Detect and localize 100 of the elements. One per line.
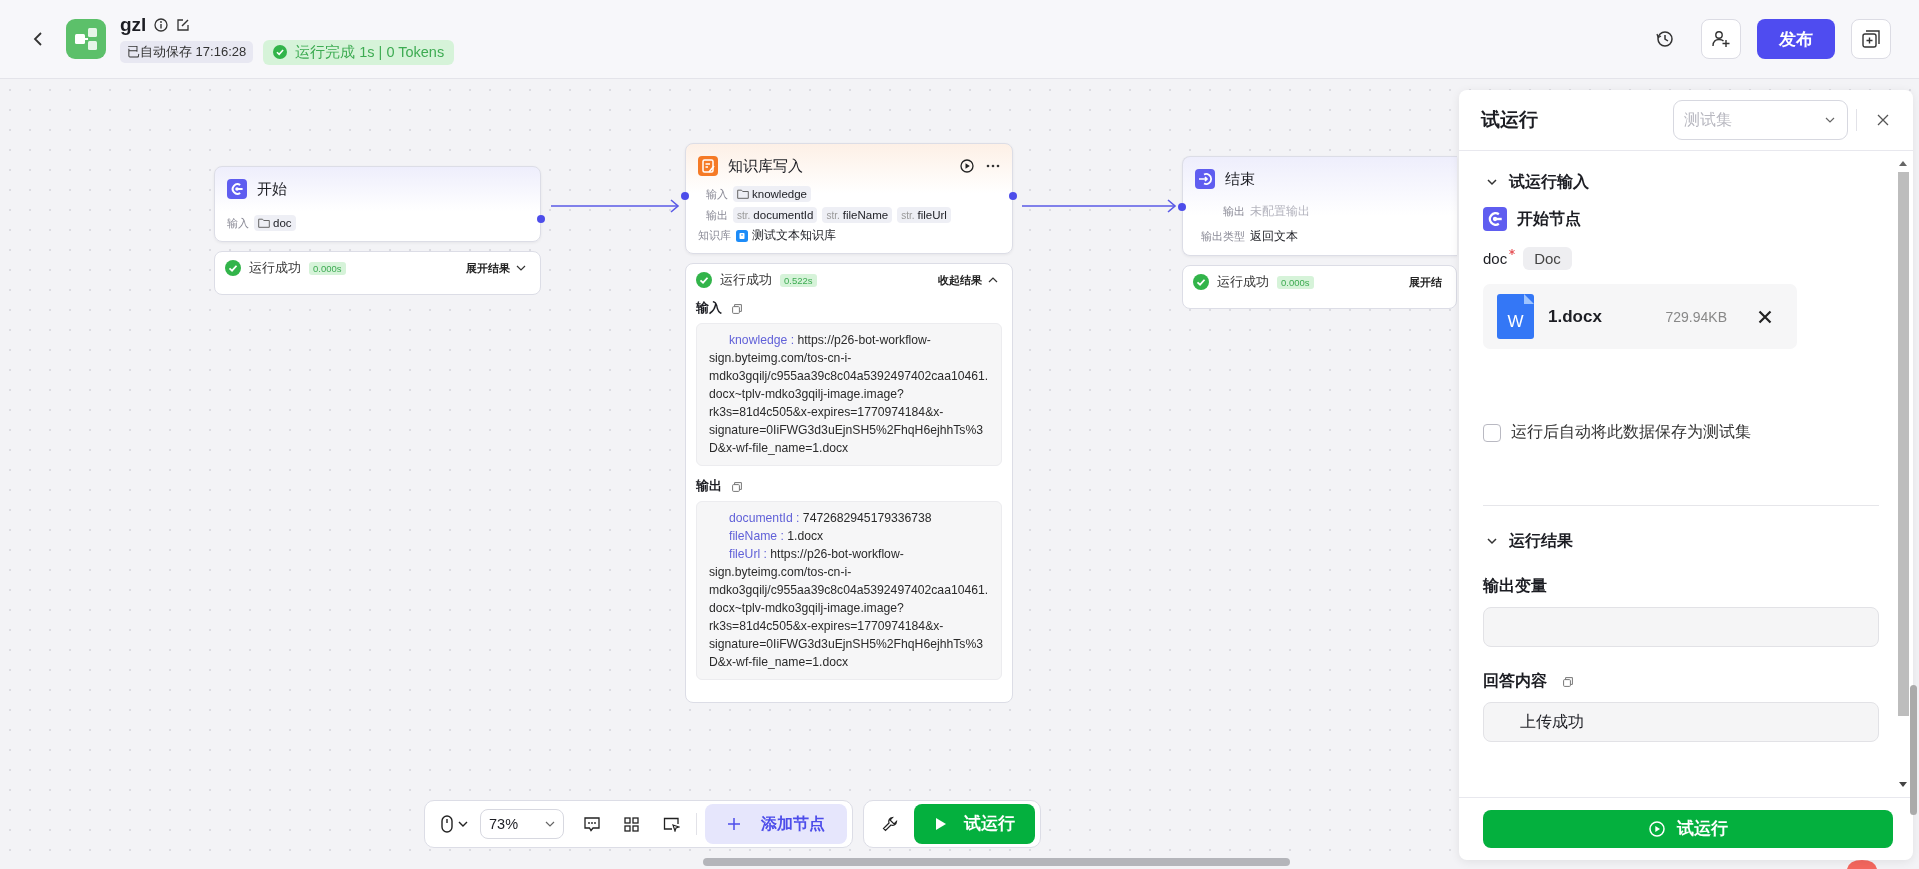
caret-icon[interactable] (458, 820, 468, 828)
success-icon (273, 45, 288, 59)
field-label: 输入 (227, 215, 249, 231)
field-label: doc (1483, 250, 1508, 267)
edit-icon[interactable] (176, 17, 191, 32)
output-value: 上传成功 (1520, 711, 1584, 732)
file-type-letter: W (1507, 311, 1524, 332)
history-icon[interactable] (1656, 30, 1674, 48)
checkbox[interactable] (1483, 423, 1501, 442)
section-title: 输入 (696, 300, 722, 317)
field-label: 输出类型 (1200, 229, 1245, 244)
copy-icon[interactable] (732, 481, 742, 492)
node-name: 开始节点 (1517, 208, 1581, 229)
output-label: 回答内容 (1483, 671, 1547, 691)
file-fold-icon (1524, 294, 1534, 304)
section-toggle[interactable]: 试运行输入 (1483, 171, 1879, 193)
duration-badge: 0.000s (309, 261, 346, 275)
screen-pointer-icon (663, 816, 680, 832)
wrench-icon (882, 816, 898, 832)
play-circle-icon (1648, 821, 1665, 837)
avatar-icon[interactable] (1847, 860, 1877, 869)
chevron-icon[interactable] (988, 276, 998, 284)
chevron-icon[interactable] (1487, 537, 1497, 545)
copy-icon[interactable] (732, 303, 742, 314)
info-icon[interactable] (154, 17, 169, 32)
type-label: str. (826, 209, 840, 221)
toggle-result-button[interactable]: 收起结果 (938, 272, 1002, 288)
folder-icon (737, 189, 749, 199)
start-node-icon (1483, 207, 1507, 231)
output-label: 输出变量 (1483, 576, 1547, 596)
page-scrollbar[interactable] (1910, 685, 1917, 815)
file-size: 729.94KB (1665, 308, 1727, 325)
document-edit-icon (698, 156, 718, 176)
scroll-up-icon[interactable] (1899, 161, 1907, 166)
status-text: 运行成功 (249, 259, 301, 277)
result-entry: knowledge : https://p26-bot-workflow-sign.byteimg.com/tos-cn-i-mdko3gqilj/c955aa39c8c04a5392497402caa10461.docx~tplv-mdko3gqilj-image.image?rk3s=81d4c505&x-expires=1770974184&x-signature=0IiFWG3d3uEjnSH5%2FhqH6ejhhTs%3D&x-wf-file_name=1.docx (709, 332, 990, 457)
copy-icon[interactable] (1563, 676, 1573, 687)
folder-icon (258, 218, 270, 228)
result-entry: fileUrl : https://p26-bot-workflow-sign.byteimg.com/tos-cn-i-mdko3gqilj/c955aa39c8c04a5392497402caa10461.docx~tplv-mdko3gqilj-image.image?rk3s=81d4c505&x-expires=1770974184&x-signature=0IiFWG3d3uEjnSH5%2FhqH6ejhhTs%3D&x-wf-file_name=1.docx (709, 546, 990, 671)
duration-badge: 0.000s (1277, 275, 1314, 289)
success-icon (696, 272, 712, 288)
workflow-logo-icon (66, 19, 106, 59)
chevron-icon[interactable] (516, 264, 526, 272)
horizontal-scrollbar[interactable] (703, 858, 1290, 866)
variable-name: doc (273, 217, 292, 229)
status-text: 运行成功 (720, 271, 772, 289)
field-label: 输出 (705, 207, 728, 223)
toggle-result-button[interactable]: 展开结果 (466, 260, 530, 276)
close-icon (1758, 309, 1772, 324)
variable-name: knowledge (752, 188, 807, 200)
add-node-button[interactable]: 添加节点 (705, 804, 847, 844)
plus-icon (727, 817, 741, 831)
type-label: str. (737, 209, 751, 221)
node-title: 知识库写入 (728, 156, 803, 176)
section-title: 输出 (696, 478, 722, 495)
run-status-text: 运行完成 1s | 0 Tokens (295, 42, 445, 62)
panel-title: 试运行 (1481, 108, 1538, 132)
chevron-icon[interactable] (1487, 178, 1497, 186)
knowledge-base-icon (736, 229, 748, 242)
field-label: 输入 (705, 186, 728, 202)
knowledge-base-name: 测试文本知识库 (752, 228, 836, 243)
variable-name: fileName (842, 209, 889, 221)
node-title: 开始 (257, 179, 287, 199)
save-as-test-set-option[interactable]: 运行后自动将此数据保存为测试集 (1483, 422, 1879, 443)
node-title: 结束 (1225, 169, 1255, 189)
field-value: 未配置输出 (1250, 203, 1310, 220)
result-entry: fileName : 1.docx (728, 528, 825, 545)
autosave-badge: 已自动保存 17:16:28 (120, 41, 254, 63)
variable-name: fileUrl (917, 209, 947, 221)
section-toggle[interactable]: 运行结果 (1483, 530, 1879, 552)
field-label: 输出 (1222, 204, 1245, 219)
run-icon[interactable] (960, 159, 974, 173)
input-port[interactable] (681, 192, 689, 200)
back-icon[interactable] (33, 31, 43, 47)
field-label: 知识库 (698, 228, 731, 243)
input-port[interactable] (1178, 203, 1186, 211)
type-label: str. (901, 209, 915, 221)
output-port[interactable] (537, 215, 545, 223)
workflow-title: gzl (120, 13, 147, 36)
zoom-select[interactable]: 73% (480, 809, 564, 839)
copy-window-icon (1862, 30, 1880, 48)
start-node-icon (227, 179, 247, 199)
file-name: 1.docx (1548, 306, 1602, 327)
copy-window-button[interactable] (1851, 19, 1891, 59)
variable-name: documentId (753, 209, 814, 221)
result-entry: documentId : 7472682945179336738 (728, 510, 933, 527)
scroll-down-icon[interactable] (1899, 782, 1907, 787)
scrollbar-thumb[interactable] (1897, 172, 1909, 716)
mouse-icon (441, 815, 453, 833)
publish-button[interactable]: 发布 (1757, 19, 1835, 59)
output-port[interactable] (1009, 192, 1017, 200)
invite-icon (1711, 30, 1731, 48)
comment-icon (584, 816, 600, 832)
invite-button[interactable] (1701, 19, 1741, 59)
more-icon[interactable] (986, 164, 1000, 168)
success-icon (225, 260, 241, 276)
success-icon (1193, 274, 1209, 290)
duration-badge: 0.522s (780, 273, 817, 287)
status-text: 运行成功 (1217, 273, 1269, 291)
toggle-result-button[interactable]: 展开结 (1409, 274, 1446, 290)
